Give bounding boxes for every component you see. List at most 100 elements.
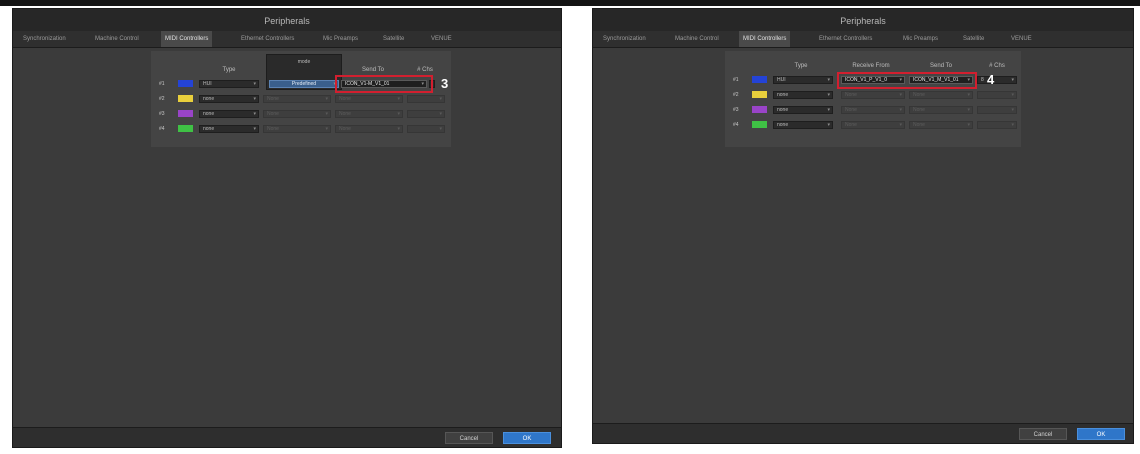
type-dropdown[interactable]: none ▾ — [199, 125, 259, 133]
channels-dropdown[interactable]: ▾ — [407, 110, 445, 118]
controller-color-swatch — [752, 121, 767, 128]
row-label: #2 — [733, 92, 739, 98]
type-dropdown[interactable]: none ▾ — [773, 91, 833, 99]
send-to-dropdown[interactable]: None ▾ — [909, 106, 973, 114]
receive-from-dropdown[interactable]: None ▾ — [841, 106, 905, 114]
tab-synchronization[interactable]: Synchronization — [599, 31, 650, 47]
controller-color-swatch — [752, 106, 767, 113]
tab-machine-control[interactable]: Machine Control — [671, 31, 723, 47]
header-channels: # Chs — [989, 63, 1005, 69]
send-to-dropdown[interactable]: None ▾ — [335, 110, 403, 118]
type-value: none — [777, 92, 789, 98]
tab-synchronization[interactable]: Synchronization — [19, 31, 70, 47]
tab-ethernet-controllers[interactable]: Ethernet Controllers — [815, 31, 876, 47]
mode-dropdown[interactable]: None ▾ — [263, 125, 331, 133]
send-to-dropdown[interactable]: None ▾ — [909, 91, 973, 99]
receive-from-dropdown[interactable]: None ▾ — [841, 91, 905, 99]
type-dropdown[interactable]: none ▾ — [199, 110, 259, 118]
type-dropdown[interactable]: none ▾ — [773, 121, 833, 129]
channels-dropdown[interactable]: ▾ — [977, 91, 1017, 99]
tab-satellite[interactable]: Satellite — [379, 31, 408, 47]
chevron-down-icon: ▾ — [899, 122, 902, 128]
receive-from-value: None — [845, 122, 857, 128]
chevron-down-icon: ▾ — [967, 122, 970, 128]
row-label: #4 — [733, 122, 739, 128]
tab-satellite[interactable]: Satellite — [959, 31, 988, 47]
type-dropdown[interactable]: none ▾ — [773, 106, 833, 114]
mode-value: None — [267, 126, 279, 132]
send-to-value: None — [339, 126, 351, 132]
mode-value: None — [267, 96, 279, 102]
type-value: HUI — [203, 81, 212, 87]
chevron-down-icon: ▾ — [253, 96, 256, 102]
callout-number: 3 — [441, 76, 449, 91]
tab-midi-controllers[interactable]: MIDI Controllers — [161, 31, 213, 47]
chevron-down-icon: ▾ — [439, 111, 442, 117]
tab-machine-control[interactable]: Machine Control — [91, 31, 143, 47]
channels-dropdown[interactable]: ▾ — [407, 95, 445, 103]
tab-venue[interactable]: VENUE — [1007, 31, 1036, 47]
mode-dropdown[interactable]: Predefined ▾ — [269, 80, 339, 88]
cancel-button[interactable]: Cancel — [445, 432, 493, 444]
type-value: none — [777, 107, 789, 113]
chevron-down-icon: ▾ — [253, 126, 256, 132]
chevron-down-icon: ▾ — [827, 77, 830, 83]
tab-mic-preamps[interactable]: Mic Preamps — [319, 31, 362, 47]
tab-midi-controllers[interactable]: MIDI Controllers — [739, 31, 791, 47]
row-label: #1 — [159, 81, 165, 87]
row-label: #1 — [733, 77, 739, 83]
tab-mic-preamps[interactable]: Mic Preamps — [899, 31, 942, 47]
chevron-down-icon: ▾ — [439, 96, 442, 102]
header-send-to: Send To — [362, 67, 384, 73]
type-value: none — [203, 126, 215, 132]
header-receive-from: Receive From — [852, 63, 890, 69]
type-dropdown[interactable]: none ▾ — [199, 95, 259, 103]
row-label: #3 — [733, 107, 739, 113]
chevron-down-icon: ▾ — [397, 111, 400, 117]
mode-dropdown[interactable]: None ▾ — [263, 110, 331, 118]
channels-dropdown[interactable]: ▾ — [977, 121, 1017, 129]
send-to-value: None — [913, 92, 925, 98]
chevron-down-icon: ▾ — [1011, 107, 1014, 113]
send-to-dropdown[interactable]: None ▾ — [335, 125, 403, 133]
controller-color-swatch — [178, 110, 193, 117]
cancel-button[interactable]: Cancel — [1019, 428, 1067, 440]
type-dropdown[interactable]: HUI ▾ — [773, 76, 833, 84]
row-label: #2 — [159, 96, 165, 102]
controller-color-swatch — [752, 91, 767, 98]
send-to-value: None — [339, 96, 351, 102]
chevron-down-icon: ▾ — [325, 96, 328, 102]
receive-from-value: None — [845, 107, 857, 113]
receive-from-value: None — [845, 92, 857, 98]
type-dropdown[interactable]: HUI ▾ — [199, 80, 259, 88]
tab-ethernet-controllers[interactable]: Ethernet Controllers — [237, 31, 298, 47]
ok-button[interactable]: OK — [1077, 428, 1125, 440]
controller-color-swatch — [178, 80, 193, 87]
chevron-down-icon: ▾ — [1011, 77, 1014, 83]
channels-dropdown[interactable]: ▾ — [407, 125, 445, 133]
tab-venue[interactable]: VENUE — [427, 31, 456, 47]
send-to-dropdown[interactable]: None ▾ — [909, 121, 973, 129]
ok-button[interactable]: OK — [503, 432, 551, 444]
chevron-down-icon: ▾ — [397, 96, 400, 102]
chevron-down-icon: ▾ — [827, 107, 830, 113]
mode-dropdown[interactable]: None ▾ — [263, 95, 331, 103]
peripherals-window-left: Peripherals Synchronization Machine Cont… — [12, 8, 562, 448]
chevron-down-icon: ▾ — [827, 122, 830, 128]
type-value: none — [203, 111, 215, 117]
chevron-down-icon: ▾ — [899, 92, 902, 98]
receive-from-dropdown[interactable]: None ▾ — [841, 121, 905, 129]
header-mode: mode — [297, 59, 311, 65]
row-label: #3 — [159, 111, 165, 117]
channels-dropdown[interactable]: ▾ — [977, 106, 1017, 114]
chevron-down-icon: ▾ — [253, 111, 256, 117]
controller-color-swatch — [752, 76, 767, 83]
controller-color-swatch — [178, 125, 193, 132]
chevron-down-icon: ▾ — [439, 126, 442, 132]
window-title: Peripherals — [593, 9, 1133, 31]
send-to-dropdown[interactable]: None ▾ — [335, 95, 403, 103]
send-to-value: None — [913, 107, 925, 113]
highlight-callout-box — [335, 75, 433, 93]
channels-dropdown[interactable]: 8 ▾ — [977, 76, 1017, 84]
dialog-footer: Cancel OK — [593, 423, 1133, 443]
